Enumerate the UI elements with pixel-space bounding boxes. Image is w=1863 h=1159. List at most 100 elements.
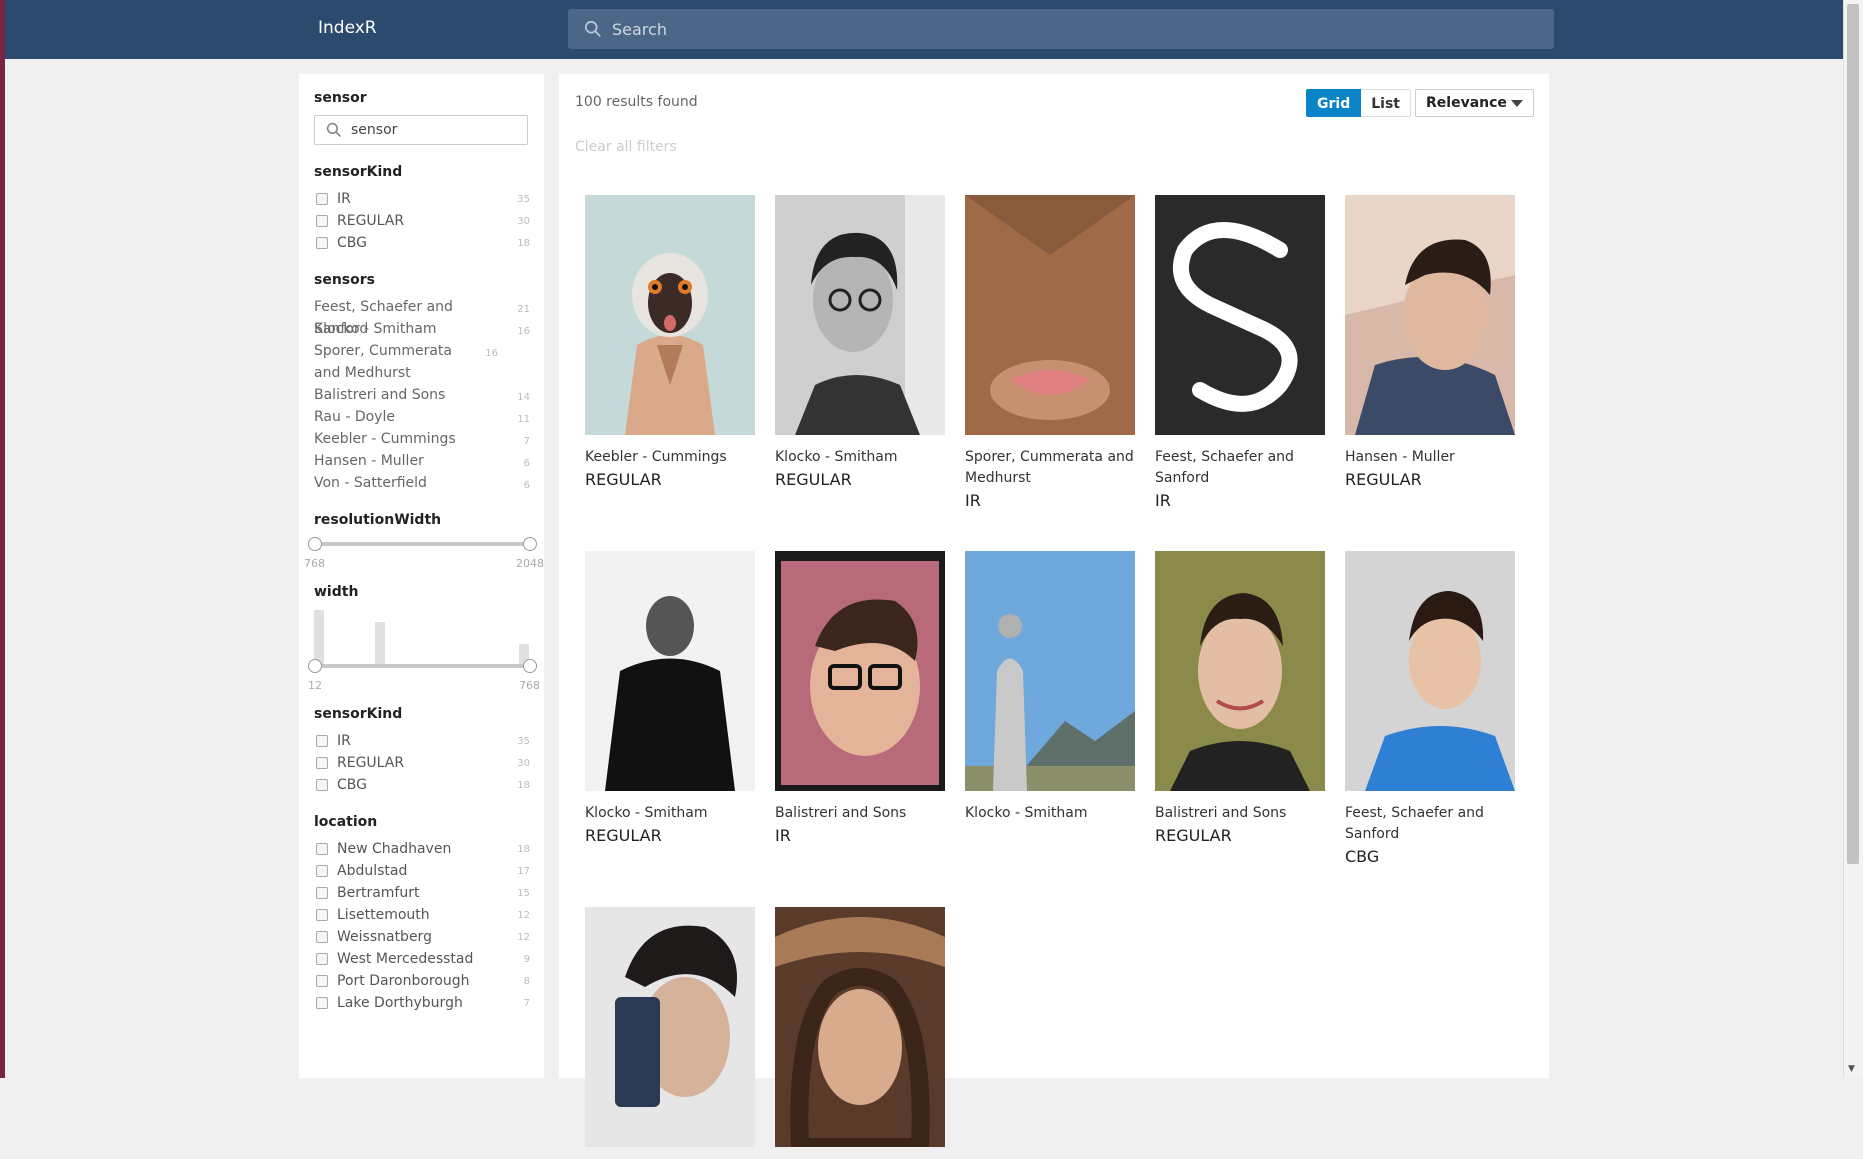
checkbox-row[interactable]: REGULAR 30 — [314, 211, 530, 231]
result-thumbnail[interactable] — [965, 195, 1135, 435]
result-thumbnail[interactable] — [585, 551, 755, 791]
result-thumbnail[interactable] — [775, 907, 945, 1147]
slider-max-label: 2048 — [516, 557, 544, 570]
checkbox[interactable] — [316, 193, 328, 205]
option-label: CBG — [337, 777, 367, 793]
option-count: 7 — [523, 997, 530, 1009]
checkbox[interactable] — [316, 735, 328, 747]
slider-min-handle[interactable] — [308, 537, 322, 551]
option-count: 15 — [517, 887, 530, 899]
checkbox-row[interactable]: Lisettemouth 12 — [314, 905, 530, 925]
checkbox-row[interactable]: CBG 18 — [314, 775, 530, 795]
scrollbar-thumb[interactable] — [1847, 4, 1859, 864]
checkbox[interactable] — [316, 931, 328, 943]
checkbox[interactable] — [316, 975, 328, 987]
sensor-search-box[interactable] — [314, 115, 528, 145]
resolutionwidth-slider-track[interactable] — [314, 542, 529, 546]
checkbox[interactable] — [316, 779, 328, 791]
checkbox-row[interactable]: Weissnatberg 12 — [314, 927, 530, 947]
option-label: Weissnatberg — [337, 929, 432, 945]
result-card[interactable]: Balistreri and Sons REGULAR — [1155, 551, 1325, 847]
sort-value: Relevance — [1426, 95, 1507, 111]
result-thumbnail[interactable] — [1155, 551, 1325, 791]
checkbox[interactable] — [316, 843, 328, 855]
sensors-list-item[interactable]: Von - Satterfield 6 — [314, 472, 530, 497]
result-card[interactable]: Feest, Schaefer and Sanford CBG — [1345, 551, 1515, 868]
result-card[interactable] — [585, 907, 755, 1159]
card-sensor-kind: CBG — [1345, 847, 1380, 866]
clear-all-filters-link[interactable]: Clear all filters — [575, 139, 677, 155]
card-sensor-kind: REGULAR — [775, 470, 852, 489]
app-title[interactable]: IndexR — [318, 18, 377, 38]
checkbox-row[interactable]: New Chadhaven 18 — [314, 839, 530, 859]
option-count: 17 — [517, 865, 530, 877]
sensors-list-item[interactable]: Sporer, Cummerata and Medhurst 16 — [314, 340, 530, 384]
result-card[interactable]: Klocko - Smitham REGULAR — [585, 551, 755, 847]
card-title[interactable]: Sporer, Cummerata and Medhurst — [965, 447, 1135, 489]
checkbox[interactable] — [316, 237, 328, 249]
card-title[interactable]: Hansen - Muller — [1345, 447, 1515, 468]
checkbox-row[interactable]: REGULAR 30 — [314, 753, 530, 773]
checkbox[interactable] — [316, 909, 328, 921]
result-card[interactable]: Balistreri and Sons IR — [775, 551, 945, 847]
result-thumbnail[interactable] — [775, 551, 945, 791]
slider-min-handle[interactable] — [308, 659, 322, 673]
checkbox-row[interactable]: Lake Dorthyburgh 7 — [314, 993, 530, 1013]
sort-dropdown[interactable]: Relevance — [1415, 89, 1534, 117]
result-card[interactable]: Feest, Schaefer and Sanford IR — [1155, 195, 1325, 512]
card-title[interactable]: Klocko - Smitham — [965, 803, 1135, 824]
result-thumbnail[interactable] — [1345, 551, 1515, 791]
result-card[interactable]: Sporer, Cummerata and Medhurst IR — [965, 195, 1135, 512]
card-title[interactable]: Klocko - Smitham — [585, 803, 755, 824]
page-scrollbar[interactable]: ▼ — [1843, 0, 1863, 1078]
result-card[interactable]: Klocko - Smitham REGULAR — [775, 195, 945, 491]
width-slider-track[interactable] — [314, 664, 529, 668]
result-thumbnail[interactable] — [1345, 195, 1515, 435]
checkbox-row[interactable]: IR 35 — [314, 731, 530, 751]
checkbox-row[interactable]: Bertramfurt 15 — [314, 883, 530, 903]
result-thumbnail[interactable] — [965, 551, 1135, 791]
checkbox-row[interactable]: West Mercedesstad 9 — [314, 949, 530, 969]
checkbox[interactable] — [316, 887, 328, 899]
result-card[interactable]: Keebler - Cummings REGULAR — [585, 195, 755, 491]
checkbox[interactable] — [316, 215, 328, 227]
card-title[interactable]: Feest, Schaefer and Sanford — [1345, 803, 1515, 845]
search-bar[interactable] — [568, 9, 1554, 49]
card-title[interactable]: Klocko - Smitham — [775, 447, 945, 468]
option-count: 18 — [517, 779, 530, 791]
checkbox[interactable] — [316, 953, 328, 965]
scroll-down-arrow-icon[interactable]: ▼ — [1848, 1064, 1855, 1074]
checkbox-row[interactable]: Abdulstad 17 — [314, 861, 530, 881]
checkbox-row[interactable]: CBG 18 — [314, 233, 530, 253]
sensor-search-input[interactable] — [349, 121, 523, 139]
checkbox-row[interactable]: Port Daronborough 8 — [314, 971, 530, 991]
card-title[interactable]: Keebler - Cummings — [585, 447, 755, 468]
result-thumbnail[interactable] — [585, 195, 755, 435]
list-view-button[interactable]: List — [1361, 89, 1411, 117]
checkbox[interactable] — [316, 757, 328, 769]
option-label: Bertramfurt — [337, 885, 420, 901]
result-card[interactable]: Hansen - Muller REGULAR — [1345, 195, 1515, 491]
grid-view-button[interactable]: Grid — [1306, 89, 1362, 117]
result-thumbnail[interactable] — [775, 195, 945, 435]
result-card[interactable] — [775, 907, 945, 1159]
checkbox[interactable] — [316, 997, 328, 1009]
checkbox[interactable] — [316, 865, 328, 877]
slider-max-handle[interactable] — [523, 537, 537, 551]
search-input[interactable] — [610, 18, 1554, 40]
card-sensor-kind: IR — [965, 491, 981, 510]
result-thumbnail[interactable] — [585, 907, 755, 1147]
results-panel: 100 results found Clear all filters Grid… — [559, 74, 1549, 1147]
card-title[interactable]: Feest, Schaefer and Sanford — [1155, 447, 1325, 489]
card-title[interactable]: Balistreri and Sons — [775, 803, 945, 824]
slider-max-handle[interactable] — [523, 659, 537, 673]
result-thumbnail[interactable] — [1155, 195, 1325, 435]
checkbox-row[interactable]: IR 35 — [314, 189, 530, 209]
option-label: IR — [337, 733, 351, 749]
filter-title-location: location — [314, 814, 378, 830]
window-left-edge — [0, 0, 5, 1078]
card-sensor-kind: REGULAR — [1155, 826, 1232, 845]
option-count: 35 — [517, 193, 530, 205]
result-card[interactable]: Klocko - Smitham — [965, 551, 1135, 825]
card-title[interactable]: Balistreri and Sons — [1155, 803, 1325, 824]
